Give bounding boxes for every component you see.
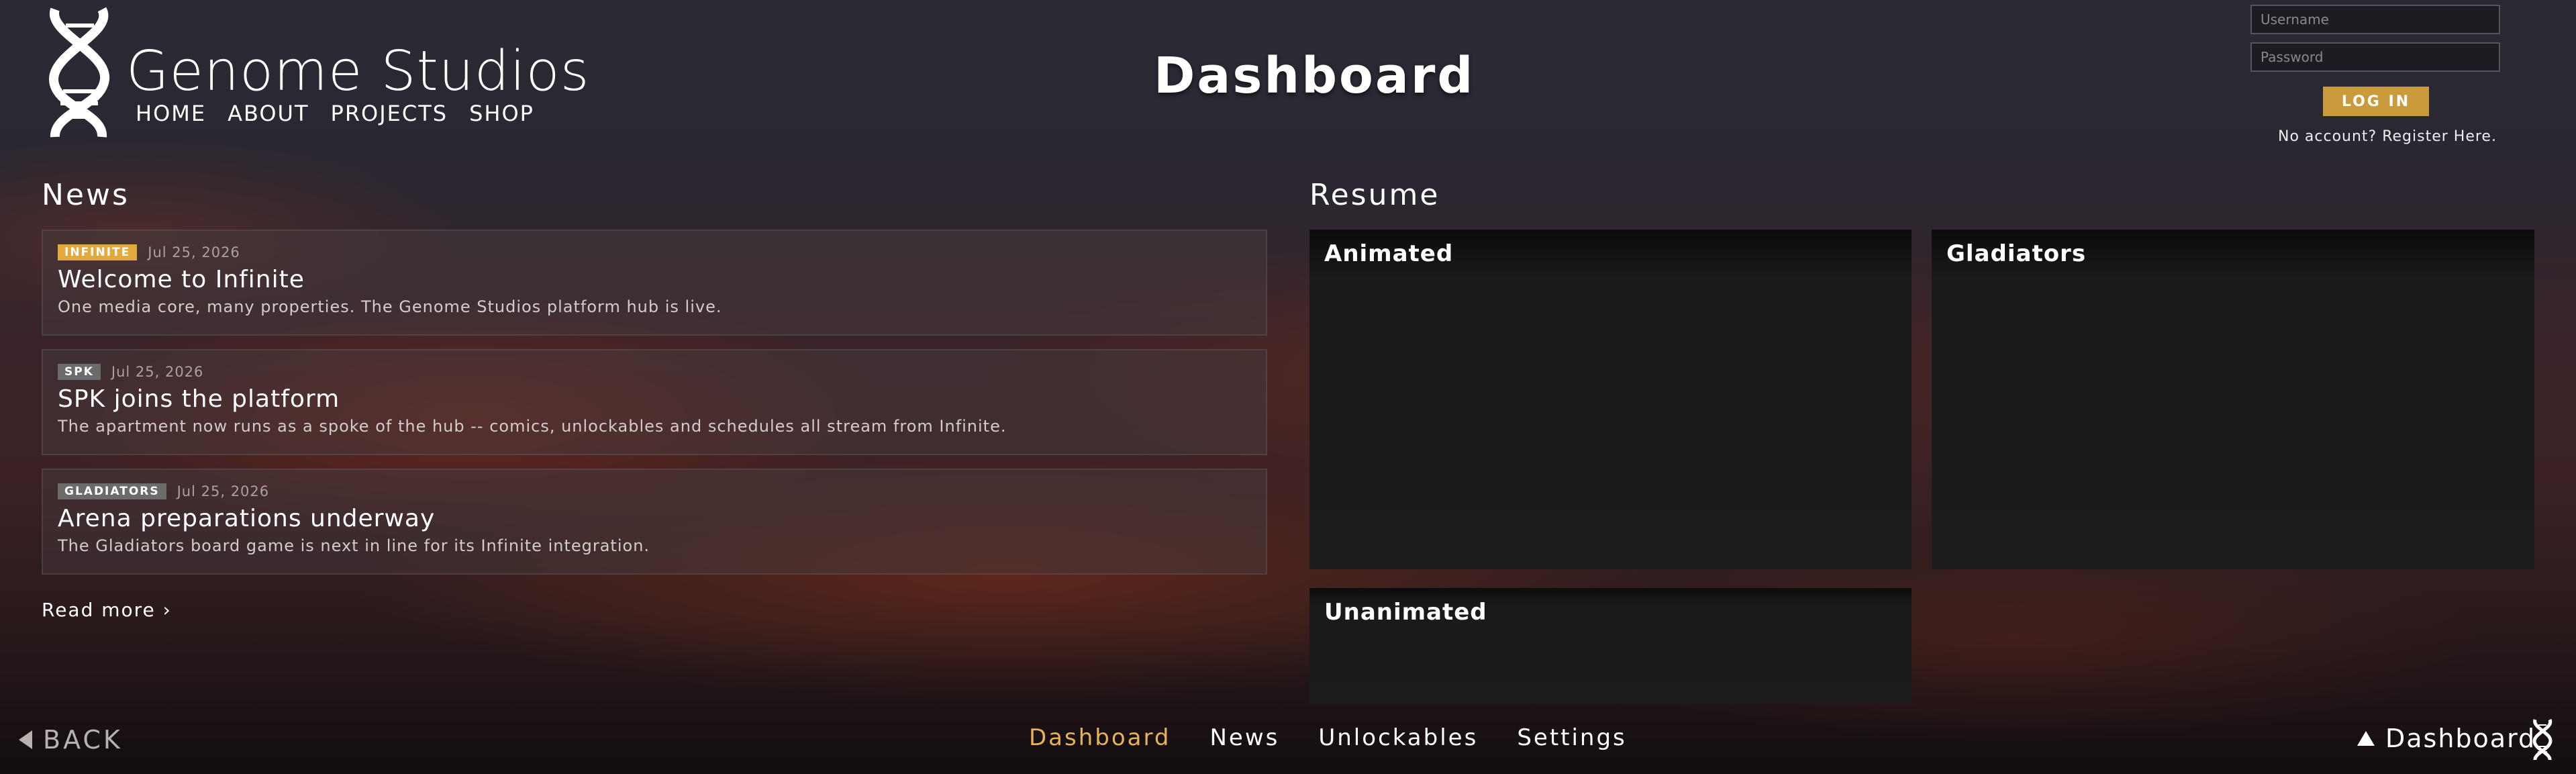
dna-small-icon[interactable]: [2530, 718, 2555, 761]
back-triangle-icon: [19, 730, 32, 749]
news-heading: News: [42, 178, 130, 212]
resume-panel-unanimated[interactable]: Unanimated: [1309, 588, 1912, 704]
nav-home[interactable]: HOME: [136, 101, 206, 126]
news-item[interactable]: GLADIATORS Jul 25, 2026 Arena preparation…: [42, 469, 1267, 575]
tab-settings[interactable]: Settings: [1517, 724, 1626, 751]
news-item[interactable]: INFINITE Jul 25, 2026 Welcome to Infinite…: [42, 230, 1267, 336]
top-nav: HOME ABOUT PROJECTS SHOP: [136, 101, 534, 126]
current-section-label: Dashboard: [2385, 724, 2536, 753]
news-date: Jul 25, 2026: [111, 364, 204, 380]
current-section-menu[interactable]: Dashboard: [2357, 724, 2536, 753]
password-input[interactable]: [2250, 42, 2500, 72]
resume-panel-animated[interactable]: Animated: [1309, 230, 1912, 569]
register-link[interactable]: No account? Register Here.: [2278, 128, 2497, 145]
back-label: BACK: [43, 725, 123, 755]
login-button[interactable]: LOG IN: [2323, 87, 2429, 116]
up-triangle-icon: [2357, 731, 2375, 746]
news-desc: The apartment now runs as a spoke of the…: [58, 417, 1007, 436]
back-button[interactable]: BACK: [19, 725, 123, 755]
news-item[interactable]: SPK Jul 25, 2026 SPK joins the platform T…: [42, 349, 1267, 455]
news-date: Jul 25, 2026: [148, 244, 240, 260]
footer-tabs: Dashboard News Unlockables Settings: [1029, 724, 1627, 751]
news-desc: One media core, many properties. The Gen…: [58, 297, 722, 316]
news-tag: INFINITE: [58, 244, 138, 260]
news-title: Arena preparations underway: [58, 505, 436, 532]
news-title: Welcome to Infinite: [58, 266, 305, 293]
page-title: Dashboard: [1154, 47, 1475, 105]
panel-title: Unanimated: [1324, 599, 1487, 626]
news-tag: GLADIATORS: [58, 483, 166, 499]
resume-panel-gladiators[interactable]: Gladiators: [1932, 230, 2534, 569]
resume-heading: Resume: [1309, 178, 1440, 212]
news-date: Jul 25, 2026: [177, 483, 270, 499]
brand-name[interactable]: Genome Studios: [126, 44, 589, 99]
read-more-link[interactable]: Read more ›: [42, 599, 172, 621]
tab-unlockables[interactable]: Unlockables: [1318, 724, 1478, 751]
nav-shop[interactable]: SHOP: [469, 101, 534, 126]
news-title: SPK joins the platform: [58, 385, 340, 413]
username-input[interactable]: [2250, 5, 2500, 34]
news-tag: SPK: [58, 364, 101, 380]
nav-projects[interactable]: PROJECTS: [331, 101, 448, 126]
news-desc: The Gladiators board game is next in lin…: [58, 536, 650, 555]
tab-news[interactable]: News: [1209, 724, 1279, 751]
nav-about[interactable]: ABOUT: [228, 101, 309, 126]
tab-dashboard[interactable]: Dashboard: [1029, 724, 1171, 751]
panel-title: Gladiators: [1946, 240, 2087, 267]
dna-logo-icon[interactable]: [40, 5, 117, 140]
panel-title: Animated: [1324, 240, 1454, 267]
